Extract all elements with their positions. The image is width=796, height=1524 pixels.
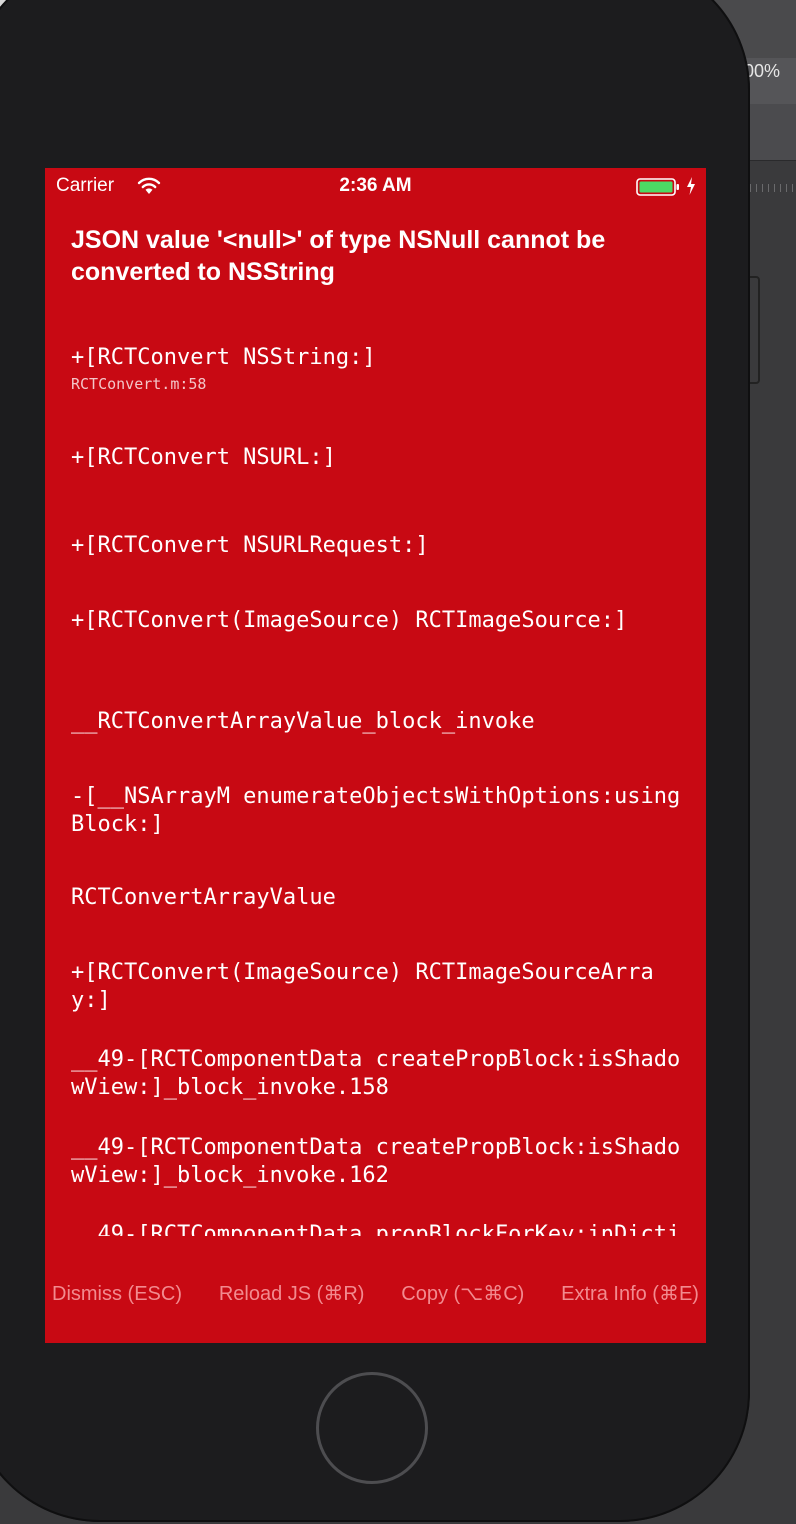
extra-info-button[interactable]: Extra Info (⌘E) (561, 1281, 699, 1307)
redbox-toolbar: Dismiss (ESC) Reload JS (⌘R) Copy (⌥⌘C) … (45, 1276, 706, 1312)
stack-frame[interactable]: __49-[RCTComponentData createPropBlock:i… (71, 1046, 691, 1102)
frame-method: +[RCTConvert NSURL:] (71, 445, 336, 470)
frame-method: RCTConvertArrayValue (71, 885, 336, 910)
stack-frame[interactable]: +[RCTConvert NSURL:] (71, 444, 691, 472)
host-ruler (744, 184, 796, 192)
redbox-screen: Carrier 2:36 AM JSON value '<null>' of t… (45, 168, 706, 1343)
stack-frame[interactable]: __49-[RCTComponentData createPropBlock:i… (71, 1134, 691, 1190)
stack-frame[interactable]: __49-[RCTComponentData propBlockForKey:i… (71, 1221, 691, 1236)
dismiss-button[interactable]: Dismiss (ESC) (52, 1281, 182, 1307)
stack-frame[interactable]: +[RCTConvert(ImageSource) RCTImageSource… (71, 607, 691, 635)
frame-method: __RCTConvertArrayValue_block_invoke (71, 709, 535, 734)
stack-frame[interactable]: -[__NSArrayM enumerateObjectsWithOptions… (71, 783, 691, 839)
frame-method: __49-[RCTComponentData propBlockForKey:i… (71, 1222, 681, 1236)
status-bar: Carrier 2:36 AM (45, 168, 706, 204)
error-title: JSON value '<null>' of type NSNull canno… (71, 226, 606, 286)
frame-file: RCTConvert.m:58 (71, 375, 207, 393)
stack-frame[interactable]: +[RCTConvert NSURLRequest:] (71, 532, 691, 560)
frame-method: +[RCTConvert(ImageSource) RCTImageSource… (71, 960, 654, 1013)
frame-method: +[RCTConvert(ImageSource) RCTImageSource… (71, 608, 628, 633)
status-time: 2:36 AM (339, 175, 412, 196)
stack-frame[interactable]: RCTConvertArrayValue (71, 884, 691, 912)
stack-frame[interactable]: +[RCTConvert(ImageSource) RCTImageSource… (71, 959, 691, 1015)
frame-method: +[RCTConvert NSString:] (71, 345, 376, 370)
stack-trace: +[RCTConvert NSString:] RCTConvert.m:58 … (71, 344, 691, 1236)
frame-method: __49-[RCTComponentData createPropBlock:i… (71, 1135, 681, 1188)
copy-button[interactable]: Copy (⌥⌘C) (401, 1281, 524, 1307)
home-button[interactable] (316, 1372, 428, 1484)
reload-js-button[interactable]: Reload JS (⌘R) (219, 1281, 365, 1307)
frame-method: -[__NSArrayM enumerateObjectsWithOptions… (71, 784, 681, 837)
stack-frame[interactable]: __RCTConvertArrayValue_block_invoke (71, 708, 691, 736)
frame-method: +[RCTConvert NSURLRequest:] (71, 533, 429, 558)
charging-bolt-icon (687, 177, 695, 195)
battery-icon (636, 178, 679, 196)
stack-frame[interactable]: +[RCTConvert NSString:] RCTConvert.m:58 (71, 344, 691, 394)
frame-method: __49-[RCTComponentData createPropBlock:i… (71, 1047, 681, 1100)
